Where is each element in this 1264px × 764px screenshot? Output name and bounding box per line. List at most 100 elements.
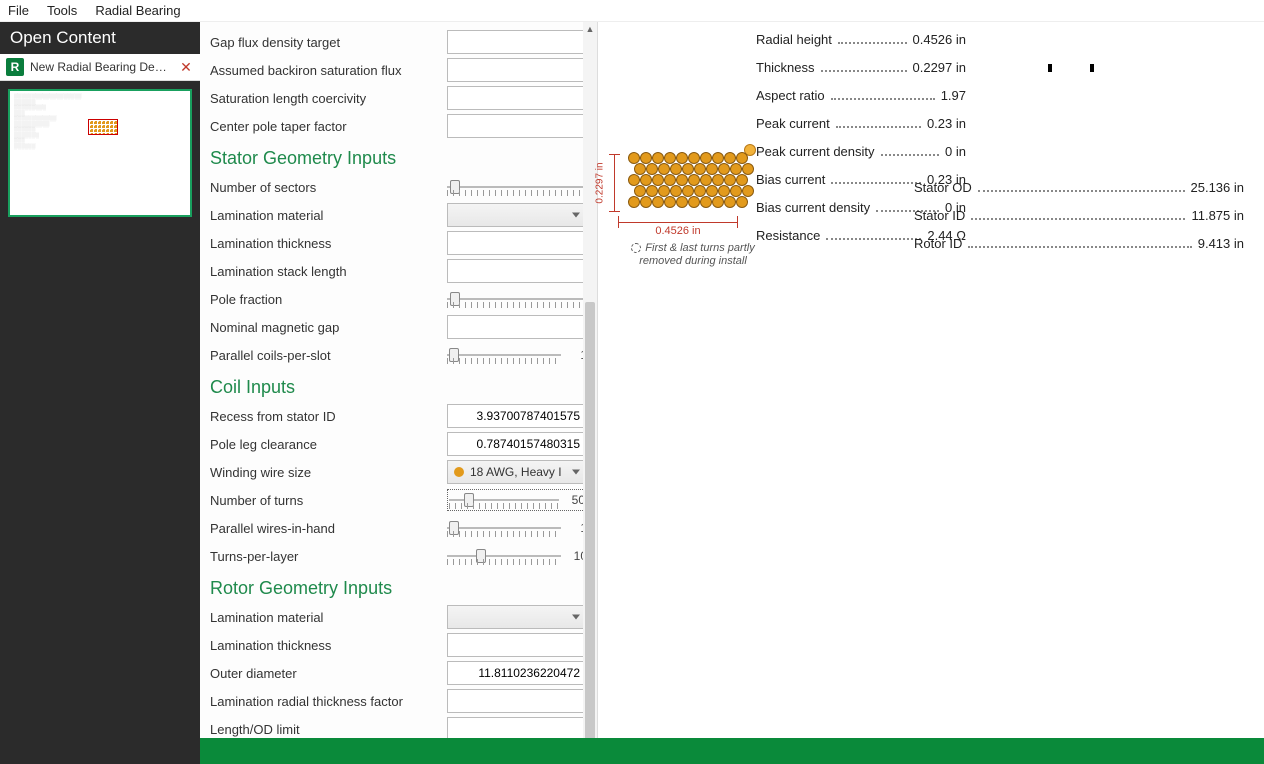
label-num-sectors: Number of sectors bbox=[210, 180, 447, 195]
slider-parallel-wires[interactable]: 1 bbox=[447, 519, 587, 537]
output-value: 1.97 bbox=[941, 88, 966, 103]
input-outer-diameter[interactable] bbox=[447, 661, 587, 685]
input-center-pole-taper[interactable] bbox=[447, 114, 587, 138]
menu-file[interactable]: File bbox=[8, 3, 29, 18]
input-sat-coercivity[interactable] bbox=[447, 86, 587, 110]
header-stator-geometry: Stator Geometry Inputs bbox=[210, 148, 587, 169]
header-rotor-geometry: Rotor Geometry Inputs bbox=[210, 578, 587, 599]
output-right-row: Stator OD 25.136 in bbox=[914, 180, 1244, 208]
coil-note: First & last turns partly removed during… bbox=[628, 242, 758, 268]
input-stator-lam-thickness[interactable] bbox=[447, 231, 587, 255]
output-canvas: 0.2297 in 0.4526 in First & last turns p… bbox=[598, 22, 1264, 764]
form-panel: Gap flux density target Assumed backiron… bbox=[200, 22, 598, 764]
output-value: 25.136 in bbox=[1191, 180, 1245, 195]
slider-parallel-coils[interactable]: 1 bbox=[447, 346, 587, 364]
output-left-row: Radial height 0.4526 in bbox=[756, 32, 966, 60]
coil-turn-icon bbox=[736, 196, 748, 208]
output-key: Aspect ratio bbox=[756, 88, 825, 103]
coil-turn-icon bbox=[664, 196, 676, 208]
label-center-pole-taper: Center pole taper factor bbox=[210, 119, 447, 134]
output-key: Radial height bbox=[756, 32, 832, 47]
coil-turn-icon bbox=[742, 185, 754, 197]
slider-num-sectors[interactable] bbox=[447, 178, 587, 196]
coil-figure bbox=[608, 152, 768, 210]
input-gap-flux[interactable] bbox=[447, 30, 587, 54]
label-outer-diameter: Outer diameter bbox=[210, 666, 447, 681]
slider-turns-per-layer[interactable]: 10 bbox=[447, 547, 587, 565]
label-backiron-flux: Assumed backiron saturation flux bbox=[210, 63, 447, 78]
label-rotor-lam-material: Lamination material bbox=[210, 610, 447, 625]
menu-radial-bearing[interactable]: Radial Bearing bbox=[95, 3, 180, 18]
label-wire-size: Winding wire size bbox=[210, 465, 447, 480]
label-parallel-coils: Parallel coils-per-slot bbox=[210, 348, 447, 363]
output-key: Peak current density bbox=[756, 144, 875, 159]
dots-leader bbox=[971, 218, 1185, 220]
document-thumbnail[interactable]: ░░░░░░░░░░░░░░░░░░░░░░░░░░░░░░░░░░░░░░░░… bbox=[8, 89, 192, 217]
form-scrollbar[interactable]: ▲ ▼ bbox=[583, 22, 597, 764]
coil-turn-icon bbox=[700, 196, 712, 208]
input-rotor-lam-thickness[interactable] bbox=[447, 633, 587, 657]
output-key: Stator OD bbox=[914, 180, 972, 195]
output-value: 0.4526 in bbox=[913, 32, 967, 47]
input-recess[interactable] bbox=[447, 404, 587, 428]
label-num-turns: Number of turns bbox=[210, 493, 447, 508]
dots-leader bbox=[821, 70, 907, 72]
slider-pole-fraction[interactable] bbox=[447, 290, 587, 308]
output-key: Thickness bbox=[756, 60, 815, 75]
dots-leader bbox=[881, 154, 940, 156]
close-icon[interactable]: ✕ bbox=[178, 59, 194, 76]
output-left-row: Thickness0.2297 in bbox=[756, 60, 966, 88]
status-bar bbox=[200, 738, 1264, 764]
label-gap-flux: Gap flux density target bbox=[210, 35, 447, 50]
label-stator-stack-length: Lamination stack length bbox=[210, 264, 447, 279]
label-rotor-lam-thickness: Lamination thickness bbox=[210, 638, 447, 653]
label-length-od-limit: Length/OD limit bbox=[210, 722, 447, 737]
dots-leader bbox=[968, 246, 1191, 248]
dropdown-stator-lam-material[interactable] bbox=[447, 203, 587, 227]
coil-turn-icon bbox=[640, 196, 652, 208]
coil-turn-icon bbox=[742, 163, 754, 175]
app-icon: R bbox=[6, 58, 24, 76]
dropdown-wire-size[interactable]: 18 AWG, Heavy I bbox=[447, 460, 587, 484]
coil-turn-icon bbox=[652, 196, 664, 208]
output-left-row: Peak current density0 in bbox=[756, 144, 966, 172]
dots-leader bbox=[831, 98, 935, 100]
output-value: 11.875 in bbox=[1191, 208, 1244, 223]
label-sat-coercivity: Saturation length coercivity bbox=[210, 91, 447, 106]
input-backiron-flux[interactable] bbox=[447, 58, 587, 82]
label-lam-radial-factor: Lamination radial thickness factor bbox=[210, 694, 447, 709]
output-left-row: Peak current0.23 in bbox=[756, 116, 966, 144]
output-value: 9.413 in bbox=[1198, 236, 1244, 251]
ring-icon bbox=[631, 243, 641, 253]
input-nominal-gap[interactable] bbox=[447, 315, 587, 339]
menu-tools[interactable]: Tools bbox=[47, 3, 77, 18]
document-tab[interactable]: R New Radial Bearing Desi… ✕ bbox=[0, 54, 200, 81]
coil-turn-icon bbox=[724, 196, 736, 208]
output-key: Resistance bbox=[756, 228, 820, 243]
output-right-row: Rotor ID 9.413 in bbox=[914, 236, 1244, 264]
label-pole-leg: Pole leg clearance bbox=[210, 437, 447, 452]
scroll-thumb[interactable] bbox=[585, 302, 595, 742]
header-coil-inputs: Coil Inputs bbox=[210, 377, 587, 398]
dots-leader bbox=[826, 238, 921, 240]
dots-leader bbox=[978, 190, 1185, 192]
input-lam-radial-factor[interactable] bbox=[447, 689, 587, 713]
label-turns-per-layer: Turns-per-layer bbox=[210, 549, 447, 564]
coil-grid bbox=[628, 152, 748, 210]
output-key: Rotor ID bbox=[914, 236, 962, 251]
wire-color-icon bbox=[454, 467, 464, 477]
output-right-row: Stator ID11.875 in bbox=[914, 208, 1244, 236]
output-key: Bias current density bbox=[756, 200, 870, 215]
open-content-header: Open Content bbox=[0, 22, 200, 54]
label-stator-lam-material: Lamination material bbox=[210, 208, 447, 223]
label-pole-fraction: Pole fraction bbox=[210, 292, 447, 307]
dropdown-rotor-lam-material[interactable] bbox=[447, 605, 587, 629]
input-stator-stack-length[interactable] bbox=[447, 259, 587, 283]
slider-num-turns[interactable]: 50 bbox=[447, 489, 587, 511]
stator-glyph-icon bbox=[1048, 60, 1108, 78]
label-nominal-gap: Nominal magnetic gap bbox=[210, 320, 447, 335]
output-left-row: Aspect ratio 1.97 bbox=[756, 88, 966, 116]
input-pole-leg[interactable] bbox=[447, 432, 587, 456]
scroll-up-icon[interactable]: ▲ bbox=[583, 22, 597, 36]
coil-turn-icon bbox=[688, 196, 700, 208]
